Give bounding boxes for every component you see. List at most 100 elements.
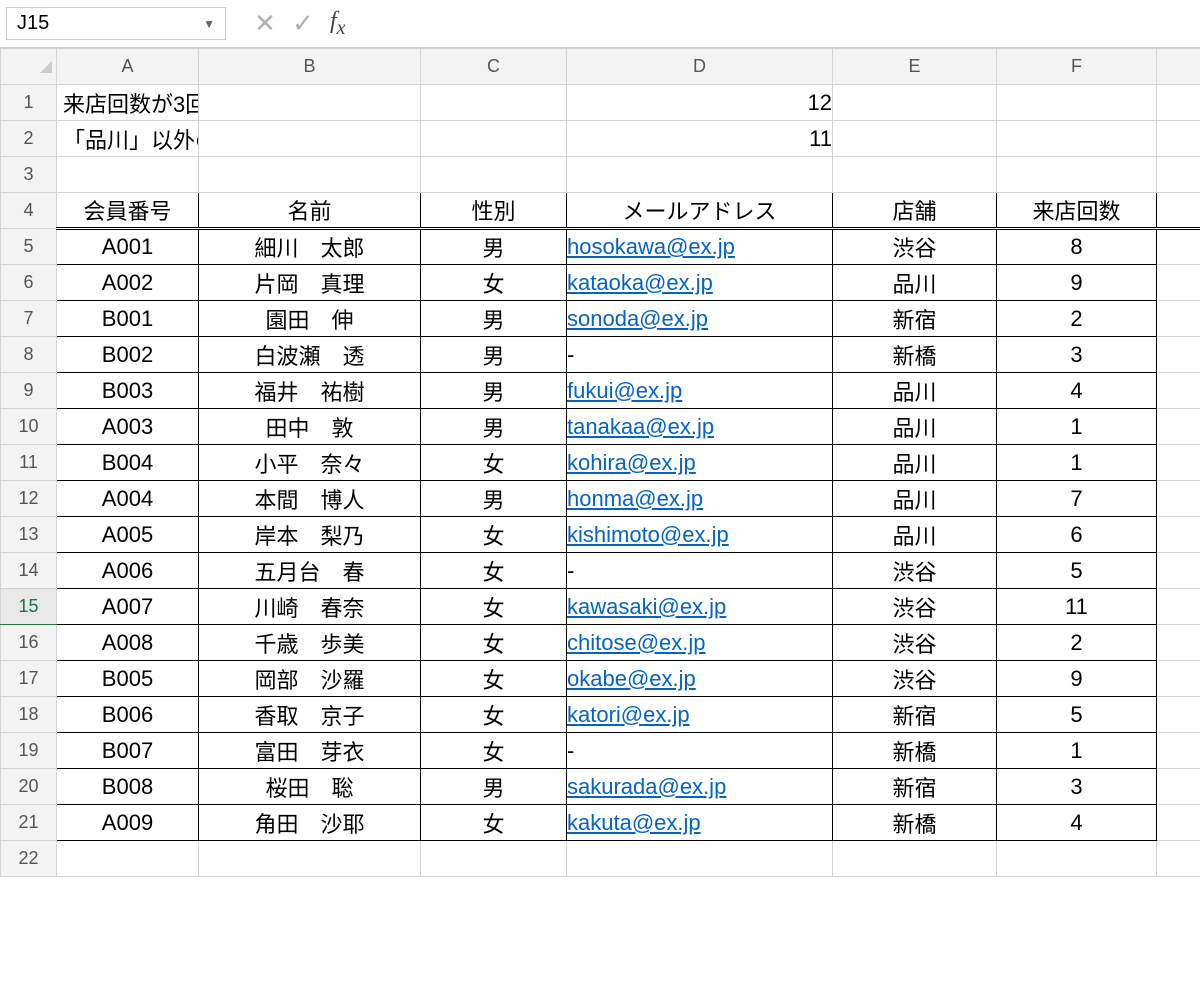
column-header-B[interactable]: B [199, 49, 421, 85]
row-header-4[interactable]: 4 [1, 193, 57, 229]
cell-F4[interactable]: 来店回数 [997, 193, 1157, 229]
cell-E5[interactable]: 渋谷 [833, 229, 997, 265]
cell-overflow[interactable] [1157, 589, 1200, 625]
cell-C4[interactable]: 性別 [421, 193, 567, 229]
cell-F18[interactable]: 5 [997, 697, 1157, 733]
cell-A14[interactable]: A006 [57, 553, 199, 589]
cell-D2[interactable]: 11 [567, 121, 833, 157]
row-header-16[interactable]: 16 [1, 625, 57, 661]
cell-C13[interactable]: 女 [421, 517, 567, 553]
cell-overflow[interactable] [1157, 733, 1200, 769]
cell-A22[interactable] [57, 841, 199, 877]
cell-F20[interactable]: 3 [997, 769, 1157, 805]
cell-F17[interactable]: 9 [997, 661, 1157, 697]
cell-E11[interactable]: 品川 [833, 445, 997, 481]
cell-C9[interactable]: 男 [421, 373, 567, 409]
row-header-8[interactable]: 8 [1, 337, 57, 373]
cell-E20[interactable]: 新宿 [833, 769, 997, 805]
cell-overflow[interactable] [1157, 769, 1200, 805]
cell-D15[interactable]: kawasaki@ex.jp [567, 589, 833, 625]
cell-D22[interactable] [567, 841, 833, 877]
cell-F22[interactable] [997, 841, 1157, 877]
cell-B2[interactable] [199, 121, 421, 157]
cell-F5[interactable]: 8 [997, 229, 1157, 265]
cell-F6[interactable]: 9 [997, 265, 1157, 301]
cell-F8[interactable]: 3 [997, 337, 1157, 373]
cell-A12[interactable]: A004 [57, 481, 199, 517]
cell-A20[interactable]: B008 [57, 769, 199, 805]
cell-D21[interactable]: kakuta@ex.jp [567, 805, 833, 841]
cell-overflow[interactable] [1157, 697, 1200, 733]
cell-overflow[interactable] [1157, 445, 1200, 481]
cell-overflow[interactable] [1157, 301, 1200, 337]
cell-overflow[interactable] [1157, 553, 1200, 589]
row-header-21[interactable]: 21 [1, 805, 57, 841]
cell-B16[interactable]: 千歳 歩美 [199, 625, 421, 661]
cell-C2[interactable] [421, 121, 567, 157]
cell-D17[interactable]: okabe@ex.jp [567, 661, 833, 697]
row-header-9[interactable]: 9 [1, 373, 57, 409]
cell-F16[interactable]: 2 [997, 625, 1157, 661]
cell-B20[interactable]: 桜田 聡 [199, 769, 421, 805]
row-header-1[interactable]: 1 [1, 85, 57, 121]
cell-F1[interactable] [997, 85, 1157, 121]
cell-D8[interactable]: - [567, 337, 833, 373]
cell-D14[interactable]: - [567, 553, 833, 589]
row-header-20[interactable]: 20 [1, 769, 57, 805]
cell-A21[interactable]: A009 [57, 805, 199, 841]
column-header-overflow[interactable] [1157, 49, 1200, 85]
cell-C17[interactable]: 女 [421, 661, 567, 697]
cell-overflow[interactable] [1157, 805, 1200, 841]
cell-F14[interactable]: 5 [997, 553, 1157, 589]
select-all-corner[interactable] [1, 49, 57, 85]
cell-C6[interactable]: 女 [421, 265, 567, 301]
cell-overflow[interactable] [1157, 373, 1200, 409]
cell-A4[interactable]: 会員番号 [57, 193, 199, 229]
row-header-15[interactable]: 15 [1, 589, 57, 625]
cell-C21[interactable]: 女 [421, 805, 567, 841]
cell-E17[interactable]: 渋谷 [833, 661, 997, 697]
cell-C12[interactable]: 男 [421, 481, 567, 517]
cell-B18[interactable]: 香取 京子 [199, 697, 421, 733]
cell-D1[interactable]: 12 [567, 85, 833, 121]
row-header-22[interactable]: 22 [1, 841, 57, 877]
row-header-13[interactable]: 13 [1, 517, 57, 553]
cell-D5[interactable]: hosokawa@ex.jp [567, 229, 833, 265]
cell-C16[interactable]: 女 [421, 625, 567, 661]
cell-E14[interactable]: 渋谷 [833, 553, 997, 589]
column-header-D[interactable]: D [567, 49, 833, 85]
cell-C11[interactable]: 女 [421, 445, 567, 481]
cell-E8[interactable]: 新橋 [833, 337, 997, 373]
cell-D3[interactable] [567, 157, 833, 193]
cell-C7[interactable]: 男 [421, 301, 567, 337]
cell-C10[interactable]: 男 [421, 409, 567, 445]
cell-A16[interactable]: A008 [57, 625, 199, 661]
cell-D19[interactable]: - [567, 733, 833, 769]
cell-B10[interactable]: 田中 敦 [199, 409, 421, 445]
cell-C14[interactable]: 女 [421, 553, 567, 589]
cell-E4[interactable]: 店舗 [833, 193, 997, 229]
cell-E16[interactable]: 渋谷 [833, 625, 997, 661]
cell-overflow[interactable] [1157, 409, 1200, 445]
cell-D9[interactable]: fukui@ex.jp [567, 373, 833, 409]
row-header-14[interactable]: 14 [1, 553, 57, 589]
cell-overflow[interactable] [1157, 337, 1200, 373]
cell-B1[interactable] [199, 85, 421, 121]
cell-E9[interactable]: 品川 [833, 373, 997, 409]
cell-overflow[interactable] [1157, 85, 1200, 121]
cell-C5[interactable]: 男 [421, 229, 567, 265]
cell-overflow[interactable] [1157, 157, 1200, 193]
cell-E18[interactable]: 新宿 [833, 697, 997, 733]
row-header-2[interactable]: 2 [1, 121, 57, 157]
cell-F21[interactable]: 4 [997, 805, 1157, 841]
cell-B4[interactable]: 名前 [199, 193, 421, 229]
cell-overflow[interactable] [1157, 517, 1200, 553]
cell-overflow[interactable] [1157, 625, 1200, 661]
cell-F15[interactable]: 11 [997, 589, 1157, 625]
cell-C3[interactable] [421, 157, 567, 193]
formula-input[interactable] [354, 8, 1194, 39]
cell-C22[interactable] [421, 841, 567, 877]
cell-B7[interactable]: 園田 伸 [199, 301, 421, 337]
cell-B15[interactable]: 川崎 春奈 [199, 589, 421, 625]
cell-A1[interactable]: 来店回数が3回以上の人を数える [57, 85, 199, 121]
